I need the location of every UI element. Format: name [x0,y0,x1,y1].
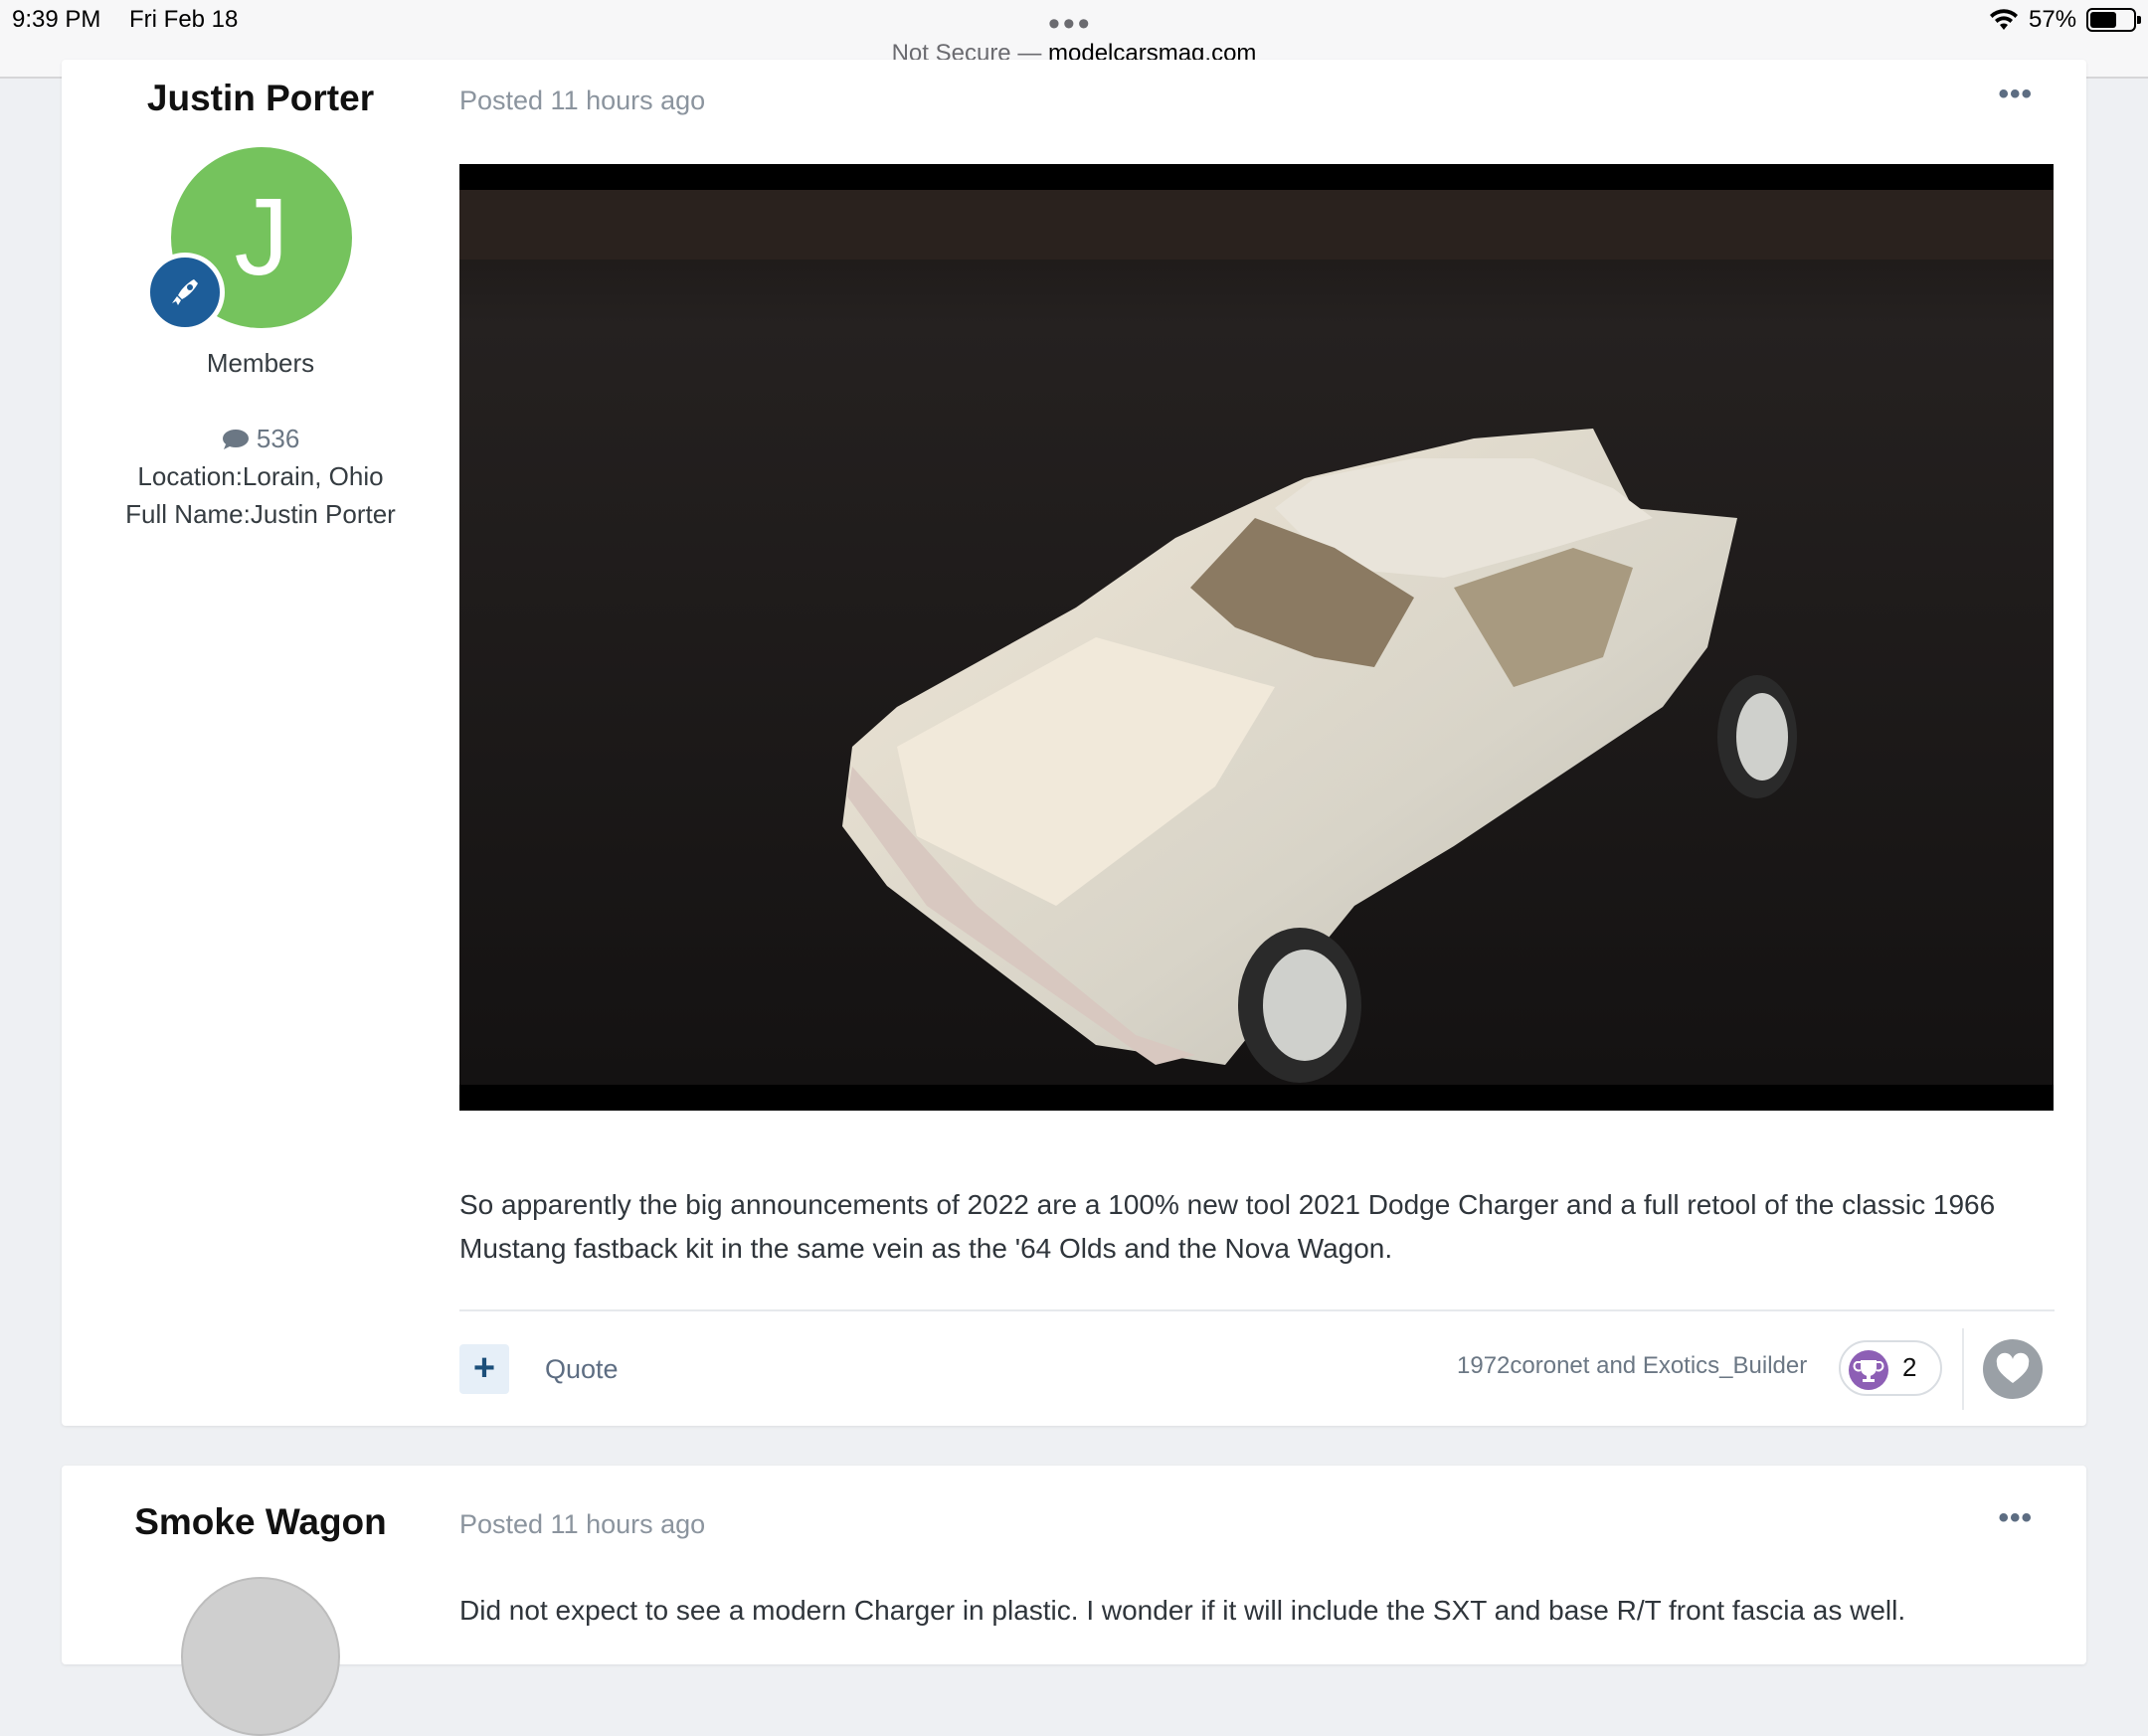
post-body: So apparently the big announcements of 2… [459,1189,1996,1264]
author-name[interactable]: Smoke Wagon [62,1501,459,1543]
battery-icon [2086,8,2141,32]
post-body: Did not expect to see a modern Charger i… [459,1595,1906,1626]
tab-overview-dots-icon[interactable]: ••• [1048,7,1093,41]
member-group: Members [206,348,315,378]
date: Fri Feb 18 [129,6,239,33]
post-count-value: 536 [256,424,300,453]
location: Location:Lorain, Ohio [137,461,384,491]
more-options-icon[interactable]: ••• [1998,78,2033,111]
post-count[interactable]: 536 [62,424,459,454]
video-frame-image [459,190,2054,1085]
reaction-count: 2 [1902,1352,1917,1382]
more-options-icon[interactable]: ••• [1998,1501,2033,1535]
embedded-video[interactable] [459,164,2054,1111]
post-timestamp[interactable]: Posted 11 hours ago [459,1509,705,1540]
battery-percent: 57% [2029,6,2077,33]
post-card: Justin Porter Posted 11 hours ago ••• J … [62,60,2086,1426]
quote-button[interactable]: Quote [545,1354,619,1385]
avatar[interactable] [181,1577,340,1736]
full-name: Full Name:Justin Porter [125,499,396,529]
author-name[interactable]: Justin Porter [62,78,459,119]
divider [459,1309,2055,1311]
trophy-icon [1849,1350,1888,1390]
multiquote-add-button[interactable]: + [459,1344,509,1394]
clock: 9:39 PM [12,6,101,33]
comment-icon [222,430,249,449]
wifi-icon [1990,9,2018,30]
react-heart-button[interactable] [1983,1339,2043,1399]
divider [1962,1328,1964,1410]
post-timestamp[interactable]: Posted 11 hours ago [459,86,705,116]
reacted-by-users[interactable]: 1972coronet and Exotics_Builder [1457,1352,1807,1380]
post-card: Smoke Wagon Posted 11 hours ago ••• Did … [62,1466,2086,1736]
heart-icon [1996,1352,2030,1383]
reaction-summary[interactable]: 2 [1839,1340,1942,1396]
rocket-badge-icon [145,253,225,332]
